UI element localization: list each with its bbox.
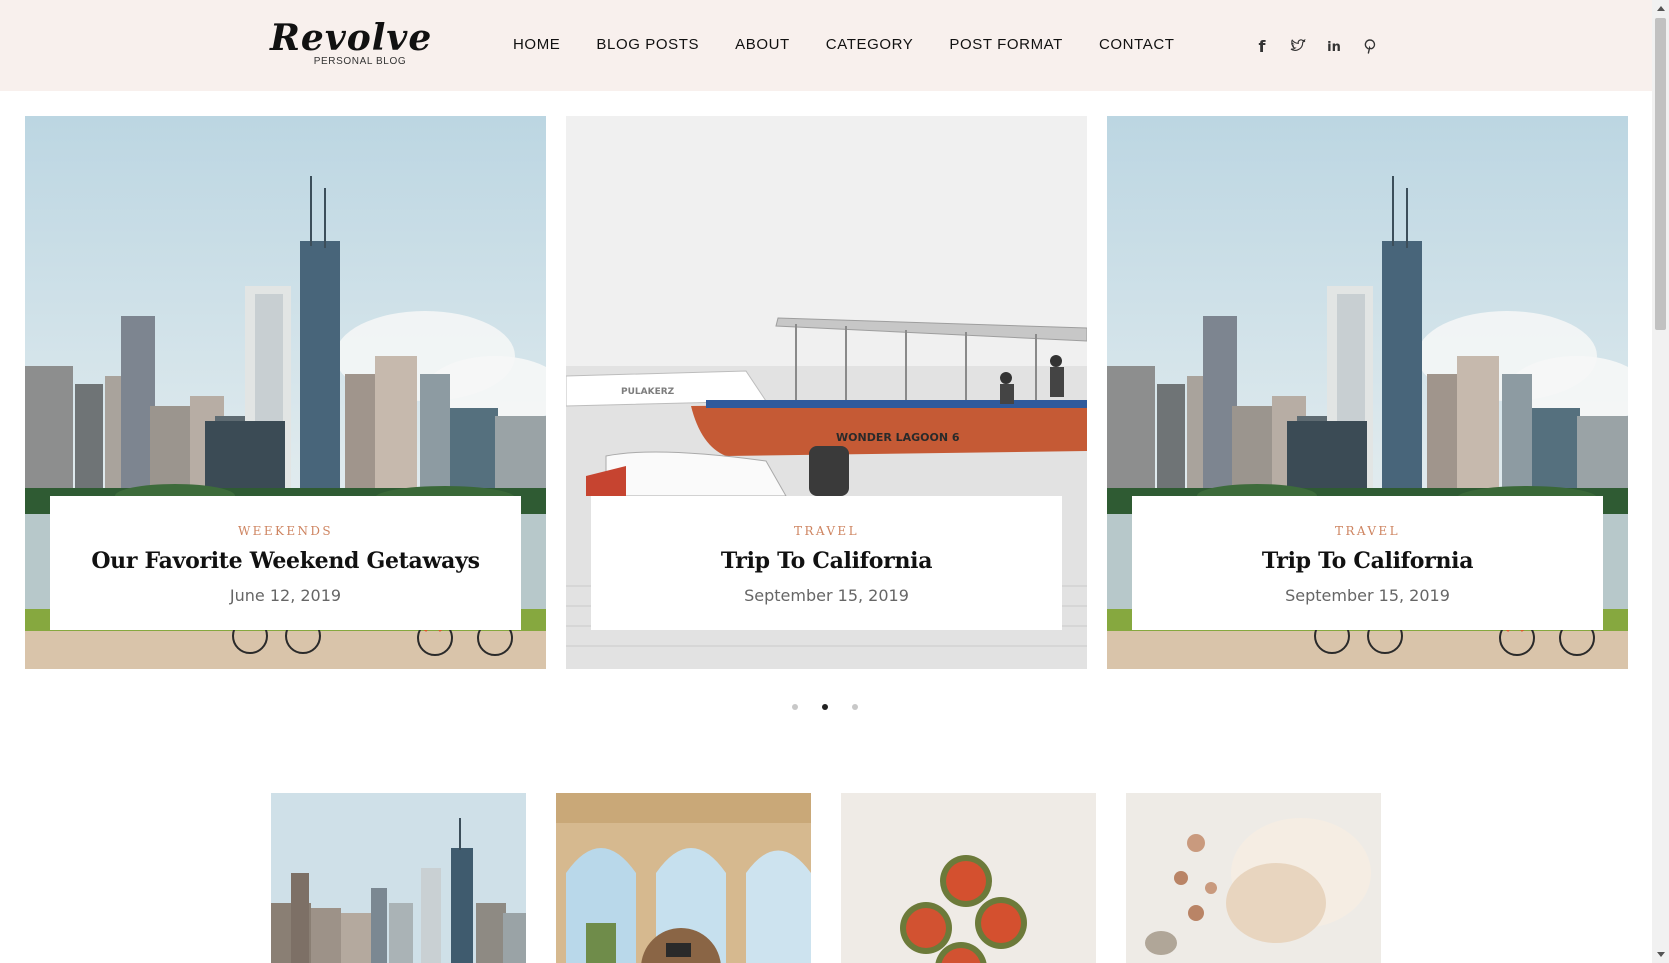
slide-date: September 15, 2019 xyxy=(1285,586,1450,605)
linkedin-icon[interactable]: in xyxy=(1324,37,1344,55)
twitter-icon[interactable] xyxy=(1288,37,1308,55)
slide-title[interactable]: Our Favorite Weekend Getaways xyxy=(50,548,521,574)
slider-dot-1[interactable] xyxy=(792,704,798,710)
thumbnail-city-skyline[interactable] xyxy=(271,793,526,963)
main-nav: HOME BLOG POSTS ABOUT CATEGORY POST FORM… xyxy=(513,36,1211,53)
slide-card-1[interactable]: WEEKENDS Our Favorite Weekend Getaways J… xyxy=(25,116,546,669)
slide-date: June 12, 2019 xyxy=(229,586,342,605)
slider-dot-2-active[interactable] xyxy=(822,704,828,710)
site-logo[interactable]: Revolve PERSONAL BLOG xyxy=(270,16,433,67)
slide-title[interactable]: Trip To California xyxy=(1132,548,1603,574)
nav-blog-posts[interactable]: BLOG POSTS xyxy=(596,36,699,53)
slide-date: September 15, 2019 xyxy=(744,586,909,605)
figs-image xyxy=(841,793,1096,963)
slide-caption: WEEKENDS Our Favorite Weekend Getaways J… xyxy=(50,496,521,630)
slide-category[interactable]: TRAVEL xyxy=(591,524,1062,538)
facebook-icon[interactable]: f xyxy=(1252,37,1272,55)
scroll-up-icon[interactable] xyxy=(1652,0,1669,17)
nav-category[interactable]: CATEGORY xyxy=(826,36,914,53)
nav-home[interactable]: HOME xyxy=(513,36,560,53)
slide-category[interactable]: WEEKENDS xyxy=(50,524,521,538)
svg-text:in: in xyxy=(1327,40,1341,53)
slide-card-3[interactable]: TRAVEL Trip To California September 15, … xyxy=(1107,116,1628,669)
slider-dots xyxy=(792,704,882,710)
thumbnail-figs[interactable] xyxy=(841,793,1096,963)
nav-contact[interactable]: CONTACT xyxy=(1099,36,1175,53)
cotton-beads-image xyxy=(1126,793,1381,963)
thumbnail-cotton-beads[interactable] xyxy=(1126,793,1381,963)
slide-caption: TRAVEL Trip To California September 15, … xyxy=(591,496,1062,630)
stone-arches-image xyxy=(556,793,811,963)
thumbnail-stone-arches[interactable] xyxy=(556,793,811,963)
slide-card-2[interactable]: PULAKERZ WONDER LAGOON 6 TRAVEL Trip To … xyxy=(566,116,1087,669)
site-header: Revolve PERSONAL BLOG HOME BLOG POSTS AB… xyxy=(0,0,1652,91)
svg-text:PULAKERZ: PULAKERZ xyxy=(621,387,675,397)
city-skyline-image xyxy=(271,793,526,963)
svg-text:WONDER LAGOON 6: WONDER LAGOON 6 xyxy=(836,431,960,444)
svg-text:f: f xyxy=(1259,38,1267,54)
pinterest-icon[interactable] xyxy=(1360,37,1380,55)
slide-category[interactable]: TRAVEL xyxy=(1132,524,1603,538)
nav-about[interactable]: ABOUT xyxy=(735,36,790,53)
nav-post-format[interactable]: POST FORMAT xyxy=(949,36,1063,53)
slide-title[interactable]: Trip To California xyxy=(591,548,1062,574)
page-scrollbar[interactable] xyxy=(1652,0,1669,963)
slide-caption: TRAVEL Trip To California September 15, … xyxy=(1132,496,1603,630)
slider-dot-3[interactable] xyxy=(852,704,858,710)
scrollbar-thumb[interactable] xyxy=(1655,18,1666,330)
scroll-down-icon[interactable] xyxy=(1652,946,1669,963)
social-links: f in xyxy=(1252,37,1396,55)
logo-title: Revolve xyxy=(270,17,433,59)
